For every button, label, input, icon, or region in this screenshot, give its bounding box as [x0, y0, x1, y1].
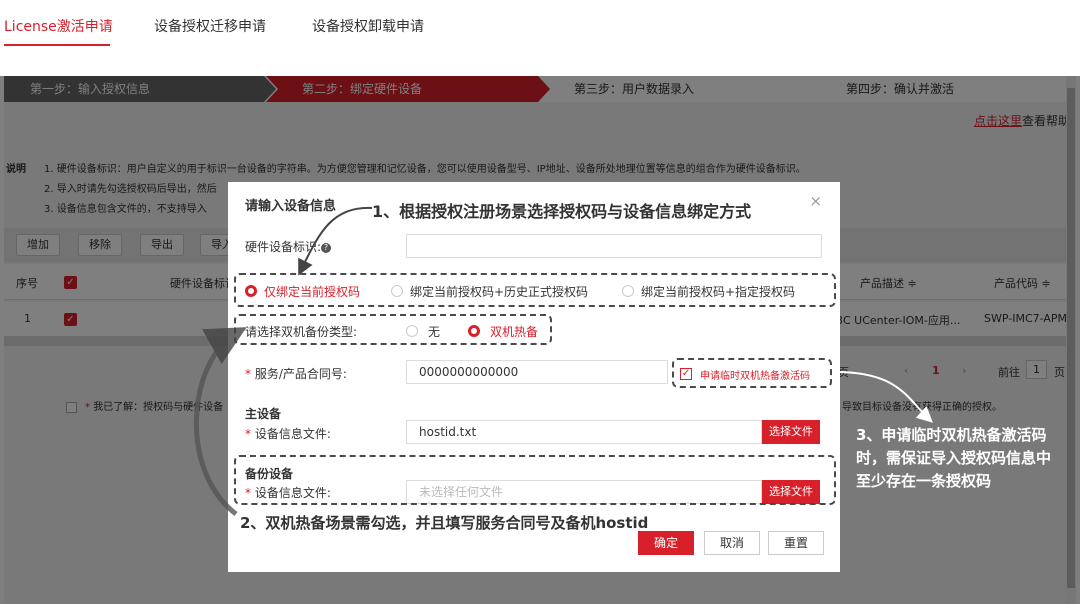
tab-device-migration[interactable]: 设备授权迁移申请: [154, 16, 266, 36]
temp-code-label[interactable]: 申请临时双机热备激活码: [700, 367, 810, 382]
main-device-title: 主设备: [245, 407, 282, 421]
hw-id-label: 硬件设备标识:?: [245, 238, 332, 255]
hw-id-input[interactable]: [406, 234, 822, 258]
backup-device-title: 备份设备: [245, 467, 294, 481]
main-file-label-text: 设备信息文件:: [254, 427, 331, 441]
radio-backup-hot-standby[interactable]: [468, 325, 480, 337]
help-icon[interactable]: ?: [321, 242, 332, 253]
backup-file-label-text: 设备信息文件:: [254, 486, 331, 500]
contract-label-text: 服务/产品合同号:: [254, 367, 347, 381]
reset-button[interactable]: 重置: [768, 531, 824, 555]
main-choose-file-button[interactable]: 选择文件: [762, 420, 820, 444]
main-file-input[interactable]: hostid.txt: [406, 420, 762, 444]
radio-backup-none[interactable]: [406, 325, 418, 337]
radio-backup-hot-standby-label[interactable]: 双机热备: [490, 323, 538, 340]
hw-id-label-text: 硬件设备标识:: [245, 240, 322, 254]
tab-device-uninstall[interactable]: 设备授权卸载申请: [312, 16, 424, 36]
backup-file-input[interactable]: 未选择任何文件: [406, 480, 762, 504]
tab-license-activation[interactable]: License激活申请: [4, 16, 113, 36]
backup-file-label: * 设备信息文件:: [245, 486, 331, 500]
contract-input[interactable]: 0000000000000: [406, 360, 668, 384]
temp-code-option[interactable]: ✓ 申请临时双机热备激活码: [672, 362, 828, 386]
contract-label: * 服务/产品合同号:: [245, 367, 347, 381]
top-tab-bar: License激活申请 设备授权迁移申请 设备授权卸载申请: [0, 0, 1080, 50]
annotation-1: 1、根据授权注册场景选择授权码与设备信息绑定方式: [372, 202, 752, 221]
backup-type-label: 请选择双机备份类型:: [245, 325, 358, 339]
radio-bind-current-label[interactable]: 仅绑定当前授权码: [264, 283, 360, 300]
radio-bind-specified-label[interactable]: 绑定当前授权码+指定授权码: [641, 283, 795, 300]
radio-bind-specified[interactable]: [622, 285, 634, 297]
temp-code-checkbox[interactable]: ✓: [680, 368, 692, 380]
annotation-2: 2、双机热备场景需勾选，并且填写服务合同号及备机hostid: [240, 514, 649, 532]
radio-backup-none-label[interactable]: 无: [428, 323, 440, 340]
active-tab-underline: [4, 44, 110, 46]
radio-bind-current[interactable]: [245, 285, 257, 297]
cancel-button[interactable]: 取消: [704, 531, 760, 555]
radio-bind-history-label[interactable]: 绑定当前授权码+历史正式授权码: [410, 283, 588, 300]
modal-title: 请输入设备信息: [245, 199, 337, 214]
close-icon[interactable]: ×: [809, 192, 822, 210]
backup-choose-file-button[interactable]: 选择文件: [762, 480, 820, 504]
ok-button[interactable]: 确定: [638, 531, 694, 555]
radio-bind-history[interactable]: [391, 285, 403, 297]
annotation-3: 3、申请临时双机热备激活码时，需保证导入授权码信息中至少存在一条授权码: [856, 426, 1052, 490]
main-file-label: * 设备信息文件:: [245, 427, 331, 441]
